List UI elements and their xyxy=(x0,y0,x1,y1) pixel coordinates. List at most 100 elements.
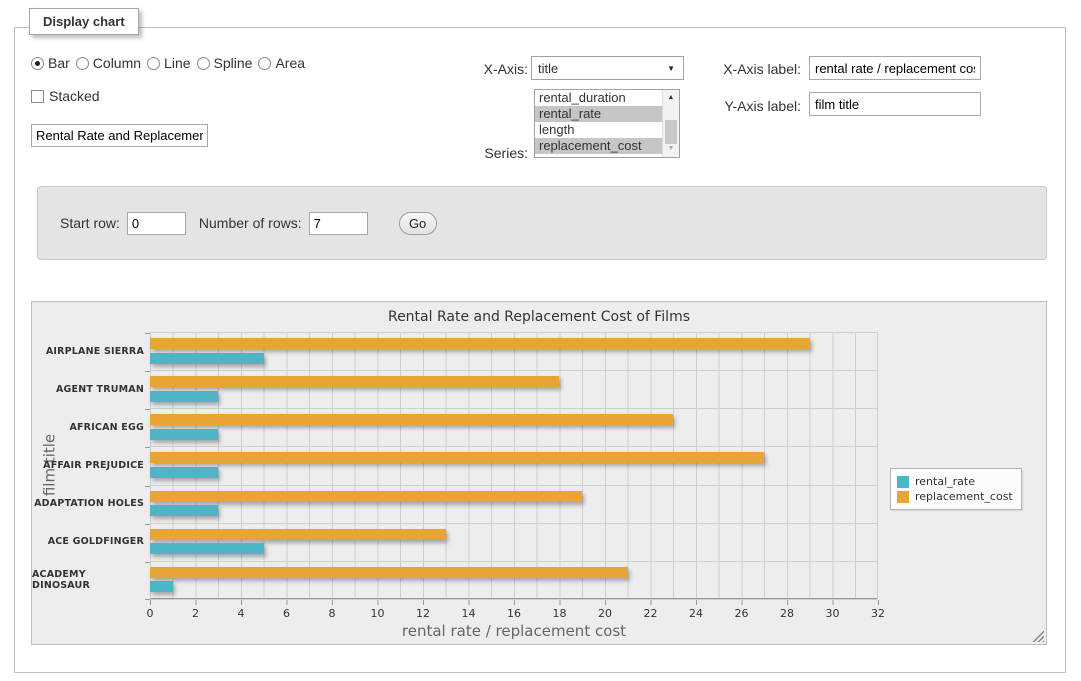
y-axis-tick xyxy=(145,371,150,372)
number-of-rows-label: Number of rows: xyxy=(199,215,302,231)
chart-category-row xyxy=(150,333,877,371)
chart-category-row xyxy=(150,409,877,447)
radio-area-label[interactable]: Area xyxy=(275,55,305,71)
series-option-rental-rate[interactable]: rental_rate xyxy=(535,106,662,122)
series-option-rental-duration[interactable]: rental_duration xyxy=(535,90,662,106)
bar-rental_rate[interactable] xyxy=(150,429,218,440)
y-axis-category-label: ADAPTATION HOLES xyxy=(32,485,144,523)
x-axis-tick-label: 6 xyxy=(267,607,307,620)
scrollbar-thumb[interactable] xyxy=(665,120,677,144)
x-axis-select[interactable]: title ▼ xyxy=(531,56,684,80)
bar-replacement_cost[interactable] xyxy=(150,376,559,387)
y-axis-category-label: AIRPLANE SIERRA xyxy=(32,332,144,370)
legend-swatch-icon xyxy=(897,476,909,488)
chart-plot xyxy=(150,332,878,599)
number-of-rows-input[interactable] xyxy=(309,212,368,235)
fieldset-legend-title: Display chart xyxy=(29,8,139,35)
go-button[interactable]: Go xyxy=(399,212,437,235)
legend-swatch-icon xyxy=(897,491,909,503)
listbox-scrollbar[interactable]: ▲ ▼ xyxy=(662,90,679,157)
chart-category-row xyxy=(150,524,877,562)
start-row-label: Start row: xyxy=(60,215,120,231)
series-option-length[interactable]: length xyxy=(535,122,662,138)
chart-category-row xyxy=(150,486,877,524)
x-axis-select-label: X-Axis: xyxy=(445,61,528,77)
bar-replacement_cost[interactable] xyxy=(150,529,446,540)
bar-replacement_cost[interactable] xyxy=(150,452,764,463)
chart-category-row xyxy=(150,447,877,485)
chart-legend: rental_rate replacement_cost xyxy=(890,468,1022,510)
y-axis-tick xyxy=(145,562,150,563)
radio-line-icon[interactable] xyxy=(147,57,160,70)
legend-label: rental_rate xyxy=(915,475,975,488)
y-axis-tick xyxy=(145,333,150,334)
start-row-input[interactable] xyxy=(127,212,186,235)
radio-spline-icon[interactable] xyxy=(197,57,210,70)
row-controls-panel: Start row: Number of rows: Go xyxy=(37,186,1047,260)
legend-item-replacement_cost[interactable]: replacement_cost xyxy=(897,490,1013,503)
x-axis-tick-label: 4 xyxy=(221,607,261,620)
radio-item-line[interactable]: Line xyxy=(147,55,190,71)
bar-replacement_cost[interactable] xyxy=(150,338,810,349)
radio-spline-label[interactable]: Spline xyxy=(214,55,253,71)
radio-item-area[interactable]: Area xyxy=(258,55,305,71)
y-axis-tick xyxy=(145,409,150,410)
scroll-up-icon[interactable]: ▲ xyxy=(663,91,679,105)
x-axis-tick-label: 22 xyxy=(631,607,671,620)
radio-item-bar[interactable]: Bar xyxy=(31,55,70,71)
chart-category-row xyxy=(150,562,877,600)
radio-column-label[interactable]: Column xyxy=(93,55,141,71)
radio-item-column[interactable]: Column xyxy=(76,55,141,71)
display-chart-fieldset: Display chart Bar Column Line Spline Are… xyxy=(14,27,1066,673)
x-axis-tick-label: 32 xyxy=(858,607,898,620)
bar-rental_rate[interactable] xyxy=(150,391,218,402)
bar-rental_rate[interactable] xyxy=(150,353,264,364)
x-axis-ticks xyxy=(150,600,879,605)
x-axis-select-value: title xyxy=(538,61,558,76)
y-axis-category-label: AFFAIR PREJUDICE xyxy=(32,446,144,484)
x-axis-label-input[interactable] xyxy=(809,56,981,80)
x-axis-tick-label: 24 xyxy=(676,607,716,620)
resize-handle-icon[interactable] xyxy=(1032,630,1044,642)
x-axis-tick-label: 12 xyxy=(403,607,443,620)
radio-area-icon[interactable] xyxy=(258,57,271,70)
y-axis-label-field-label: Y-Axis label: xyxy=(711,98,801,114)
x-axis-tick-label: 26 xyxy=(722,607,762,620)
x-axis-tick-label: 28 xyxy=(767,607,807,620)
radio-column-icon[interactable] xyxy=(76,57,89,70)
radio-bar-label[interactable]: Bar xyxy=(48,55,70,71)
radio-line-label[interactable]: Line xyxy=(164,55,190,71)
legend-item-rental_rate[interactable]: rental_rate xyxy=(897,475,1013,488)
series-option-replacement-cost[interactable]: replacement_cost xyxy=(535,138,662,154)
chevron-down-icon: ▼ xyxy=(667,64,675,73)
bar-replacement_cost[interactable] xyxy=(150,491,582,502)
y-axis-tick xyxy=(145,524,150,525)
bar-rental_rate[interactable] xyxy=(150,505,218,516)
stacked-checkbox[interactable] xyxy=(31,90,44,103)
legend-label: replacement_cost xyxy=(915,490,1013,503)
x-axis-tick-label: 16 xyxy=(494,607,534,620)
x-axis-tick-label: 10 xyxy=(358,607,398,620)
x-axis-tick-label: 30 xyxy=(813,607,853,620)
x-axis-tick-label: 20 xyxy=(585,607,625,620)
y-axis-category-label: AGENT TRUMAN xyxy=(32,370,144,408)
y-axis-category-label: ACE GOLDFINGER xyxy=(32,523,144,561)
bar-rental_rate[interactable] xyxy=(150,581,173,592)
scroll-down-icon[interactable]: ▼ xyxy=(663,142,679,156)
x-axis-tick-label: 2 xyxy=(176,607,216,620)
stacked-label[interactable]: Stacked xyxy=(49,88,100,104)
radio-bar-icon[interactable] xyxy=(31,57,44,70)
bar-rental_rate[interactable] xyxy=(150,467,218,478)
bar-replacement_cost[interactable] xyxy=(150,414,673,425)
chart-title: Rental Rate and Replacement Cost of Film… xyxy=(32,309,1046,325)
y-axis-tick xyxy=(145,486,150,487)
bar-rental_rate[interactable] xyxy=(150,543,264,554)
series-listbox[interactable]: rental_duration rental_rate length repla… xyxy=(534,89,680,158)
x-axis-tick-label: 18 xyxy=(540,607,580,620)
radio-item-spline[interactable]: Spline xyxy=(197,55,253,71)
y-axis-label-input[interactable] xyxy=(809,92,981,116)
chart-panel: Rental Rate and Replacement Cost of Film… xyxy=(31,301,1047,645)
bar-replacement_cost[interactable] xyxy=(150,567,628,578)
chart-title-input[interactable] xyxy=(31,124,208,147)
stacked-checkbox-row[interactable]: Stacked xyxy=(31,88,100,104)
